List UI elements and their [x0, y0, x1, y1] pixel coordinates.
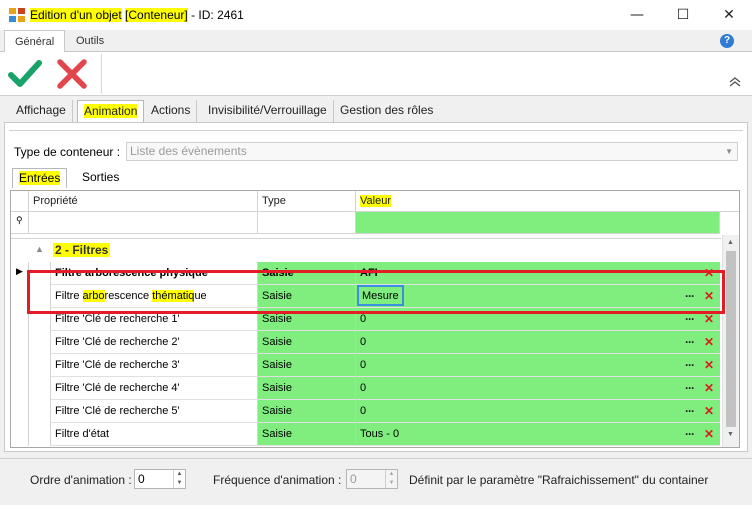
row-indent [29, 400, 51, 423]
tab-gestion-des-roles[interactable]: Gestion des rôles [334, 100, 439, 122]
ribbon-tab-outils[interactable]: Outils [66, 30, 114, 52]
app-icon [9, 8, 25, 22]
grid-header-indicator [11, 191, 29, 212]
cell-valeur[interactable]: 0 [356, 331, 720, 354]
chevron-down-icon[interactable]: ▲ [35, 244, 44, 254]
row-indicator [11, 400, 29, 423]
table-row[interactable]: Filtre d'état Saisie Tous - 0 ··· ✕ [11, 423, 721, 446]
more-options-icon[interactable]: ··· [685, 423, 695, 445]
maximize-button[interactable]: ☐ [660, 0, 706, 30]
grid-header-type[interactable]: Type [258, 191, 356, 212]
row-indent [29, 423, 51, 446]
current-row-icon: ▶ [16, 266, 23, 276]
filter-valeur[interactable] [356, 212, 720, 234]
cell-propriete: Filtre 'Clé de recherche 2' [51, 331, 258, 354]
table-row[interactable]: Filtre 'Clé de recherche 2' Saisie 0 ···… [11, 331, 721, 354]
subtab-entrees[interactable]: Entrées [12, 168, 68, 188]
row-indicator [11, 331, 29, 354]
toolbar [0, 52, 752, 96]
scroll-up-icon[interactable]: ▲ [727, 239, 734, 246]
cell-propriete: Filtre 'Clé de recherche 5' [51, 400, 258, 423]
cell-valeur[interactable]: 0 [356, 377, 720, 400]
tab-animation[interactable]: Animation [77, 100, 145, 124]
table-row[interactable]: Filtre 'Clé de recherche 3' Saisie 0 ···… [11, 354, 721, 377]
properties-grid: Propriété Type Valeur ⚲ ▲ 2 - Filtres ▶ … [10, 190, 740, 448]
tab-affichage[interactable]: Affichage [10, 100, 73, 122]
more-options-icon[interactable]: ··· [685, 377, 695, 399]
delete-icon[interactable]: ✕ [704, 354, 714, 376]
window-title: Edition d'un objet [Conteneur] - ID: 246… [30, 8, 244, 22]
more-options-icon[interactable]: ··· [685, 331, 695, 353]
filter-propriete[interactable] [29, 212, 258, 234]
cell-type[interactable]: Saisie [258, 377, 356, 400]
row-indent [29, 377, 51, 400]
cancel-x-icon[interactable] [55, 57, 89, 91]
highlight-annotation-box [27, 270, 725, 314]
type-conteneur-label: Type de conteneur : [14, 145, 121, 159]
toolbar-separator [101, 54, 102, 94]
more-options-icon[interactable]: ··· [685, 354, 695, 376]
stepper-arrows-icon[interactable]: ▲ ▼ [173, 470, 185, 488]
cell-valeur[interactable]: 0 [356, 400, 720, 423]
filter-type[interactable] [258, 212, 356, 234]
row-indent [29, 331, 51, 354]
cell-propriete: Filtre d'état [51, 423, 258, 446]
frequence-description: Définit par le paramètre "Rafraichisseme… [409, 473, 709, 487]
tab-actions[interactable]: Actions [145, 100, 198, 122]
pin-icon: ⚲ [16, 215, 23, 225]
close-window-button[interactable]: ✕ [706, 0, 752, 30]
delete-icon[interactable]: ✕ [704, 400, 714, 422]
stepper-arrows-icon[interactable]: ▲ ▼ [385, 470, 397, 488]
delete-icon[interactable]: ✕ [704, 331, 714, 353]
ribbon-tabs: Général Outils [0, 30, 752, 53]
cell-propriete: Filtre 'Clé de recherche 3' [51, 354, 258, 377]
row-indent [29, 354, 51, 377]
vertical-scrollbar[interactable]: ▲ ▼ [722, 235, 739, 447]
frequence-animation-stepper[interactable]: 0 ▲ ▼ [346, 469, 398, 489]
ordre-animation-label: Ordre d'animation : [30, 473, 132, 487]
group-label: 2 - Filtres [53, 243, 111, 257]
more-options-icon[interactable]: ··· [685, 400, 695, 422]
row-indicator [11, 377, 29, 400]
row-indicator [11, 354, 29, 377]
type-conteneur-select[interactable]: Liste des évènements ▼ [126, 142, 738, 161]
cell-propriete: Filtre 'Clé de recherche 4' [51, 377, 258, 400]
cell-type[interactable]: Saisie [258, 400, 356, 423]
cell-valeur[interactable]: Tous - 0 [356, 423, 720, 446]
ordre-animation-stepper[interactable]: 0 ▲ ▼ [134, 469, 186, 489]
title-bar: Edition d'un objet [Conteneur] - ID: 246… [0, 0, 752, 30]
group-row-filtres[interactable]: ▲ 2 - Filtres [31, 239, 721, 261]
validate-checkmark-icon[interactable] [8, 58, 42, 90]
delete-icon[interactable]: ✕ [704, 423, 714, 445]
collapse-ribbon-icon[interactable] [728, 77, 742, 87]
grid-header-valeur[interactable]: Valeur [356, 191, 739, 212]
scrollbar-thumb[interactable] [726, 251, 736, 427]
minimize-button[interactable]: — [614, 0, 660, 30]
delete-icon[interactable]: ✕ [704, 377, 714, 399]
help-icon[interactable]: ? [720, 34, 734, 48]
table-row[interactable]: Filtre 'Clé de recherche 5' Saisie 0 ···… [11, 400, 721, 423]
frequence-animation-label: Fréquence d'animation : [213, 473, 342, 487]
subtab-sorties[interactable]: Sorties [76, 168, 125, 188]
table-row[interactable]: Filtre 'Clé de recherche 4' Saisie 0 ···… [11, 377, 721, 400]
sub-tabs: Entrées Sorties [10, 168, 740, 188]
filter-row-indicator: ⚲ [11, 212, 29, 234]
main-tabs: Affichage Animation Actions Invisibilité… [4, 100, 748, 124]
scroll-down-icon[interactable]: ▼ [727, 431, 734, 438]
cell-valeur[interactable]: 0 [356, 354, 720, 377]
cell-type[interactable]: Saisie [258, 423, 356, 446]
cell-type[interactable]: Saisie [258, 354, 356, 377]
ribbon-tab-general[interactable]: Général [4, 30, 66, 53]
chevron-down-icon: ▼ [725, 147, 733, 156]
grid-header-propriete[interactable]: Propriété [29, 191, 258, 212]
row-indicator [11, 423, 29, 446]
cell-type[interactable]: Saisie [258, 331, 356, 354]
divider [9, 130, 743, 131]
tab-invisibilite-verrouillage[interactable]: Invisibilité/Verrouillage [202, 100, 334, 122]
